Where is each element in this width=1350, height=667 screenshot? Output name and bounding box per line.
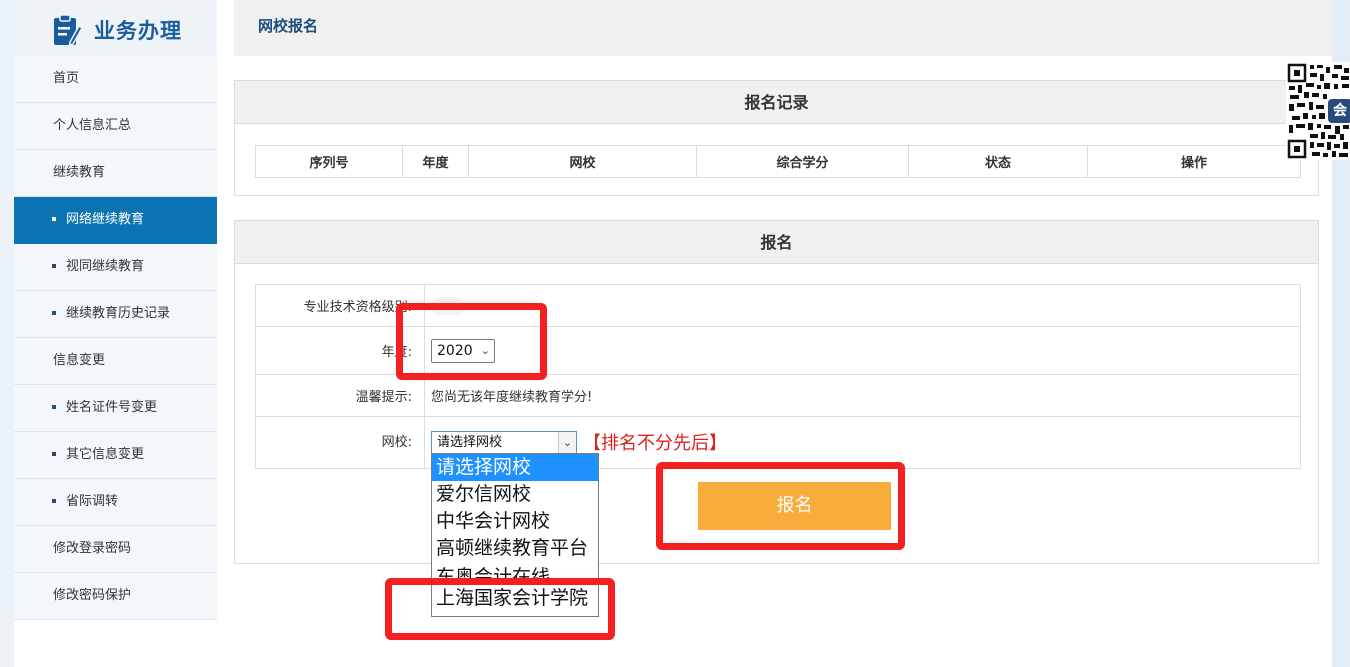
- sidebar-item-label: 继续教育: [53, 165, 106, 180]
- sidebar-item-equivalent-education[interactable]: 视同继续教育: [14, 244, 217, 291]
- records-title: 报名记录: [235, 81, 1318, 124]
- main-content: 网校报名 报名记录 序列号 年度 网校 综合学分 状态 操作 报名 专业技术资格…: [217, 0, 1332, 667]
- column-header: 序列号: [255, 145, 403, 178]
- sidebar-item-continuing-education[interactable]: 继续教育: [14, 150, 217, 197]
- sidebar-item-label: 视同继续教育: [66, 259, 145, 274]
- dropdown-option[interactable]: 高顿继续教育平台: [432, 535, 598, 562]
- school-select-value: 请选择网校: [437, 435, 503, 450]
- sidebar-item-label: 修改密码保护: [53, 588, 132, 603]
- sidebar-item-name-id-change[interactable]: 姓名证件号变更: [14, 385, 217, 432]
- sidebar-header: 业务办理: [14, 0, 217, 56]
- sidebar-item-label: 信息变更: [53, 353, 106, 368]
- records-header-row: 序列号 年度 网校 综合学分 状态 操作: [255, 145, 1301, 178]
- dropdown-option[interactable]: 爱尔信网校: [432, 481, 598, 508]
- column-header: 年度: [402, 145, 469, 178]
- sidebar-item-change-password[interactable]: 修改登录密码: [14, 526, 217, 573]
- signup-title: 报名: [235, 221, 1318, 264]
- sidebar-item-home[interactable]: 首页: [14, 56, 217, 103]
- column-header: 状态: [908, 145, 1088, 178]
- sidebar-item-label: 个人信息汇总: [53, 118, 132, 133]
- sidebar-item-label: 其它信息变更: [66, 447, 145, 462]
- year-cell: [424, 326, 1301, 375]
- level-placeholder: [431, 296, 465, 315]
- dropdown-option[interactable]: 东奥会计在线: [432, 562, 598, 581]
- qr-badge: 会: [1328, 99, 1350, 123]
- tip-label: 温馨提示:: [255, 374, 425, 417]
- sidebar-item-info-change[interactable]: 信息变更: [14, 338, 217, 385]
- chevron-down-icon: ⌄: [558, 432, 576, 454]
- form-row: 年度:: [255, 326, 1301, 375]
- form-row: 专业技术资格级别:: [255, 284, 1301, 327]
- sidebar: 业务办理 首页 个人信息汇总 继续教育 网络继续教育 视同继续教育 继续教育历史…: [14, 0, 217, 667]
- page-header: 网校报名: [234, 0, 1332, 56]
- school-label: 网校:: [255, 416, 425, 469]
- column-header: 操作: [1087, 145, 1301, 178]
- clipboard-edit-icon: [54, 14, 83, 46]
- chevron-down-icon: ⌄: [480, 344, 490, 357]
- year-select-value: 2020: [437, 343, 473, 359]
- sidebar-item-province-transfer[interactable]: 省际调转: [14, 479, 217, 526]
- page-left-edge: [0, 0, 14, 667]
- sidebar-item-password-protection[interactable]: 修改密码保护: [14, 573, 217, 620]
- sidebar-item-label: 省际调转: [66, 494, 119, 509]
- bullet-icon: [52, 452, 56, 456]
- level-label: 专业技术资格级别:: [255, 284, 425, 327]
- bullet-icon: [52, 499, 56, 503]
- column-header: 综合学分: [696, 145, 909, 178]
- bullet-icon: [52, 217, 56, 221]
- dropdown-option[interactable]: 中华会计网校: [432, 508, 598, 535]
- sidebar-title: 业务办理: [94, 19, 182, 43]
- tip-text: 您尚无该年度继续教育学分!: [424, 374, 1301, 417]
- sidebar-menu: 首页 个人信息汇总 继续教育 网络继续教育 视同继续教育 继续教育历史记录 信息…: [14, 56, 217, 620]
- bullet-icon: [52, 264, 56, 268]
- dropdown-option[interactable]: 上海国家会计学院: [432, 581, 598, 615]
- sidebar-item-label: 首页: [53, 71, 80, 86]
- bullet-icon: [52, 311, 56, 315]
- column-header: 网校: [468, 145, 697, 178]
- dropdown-option[interactable]: 请选择网校: [432, 454, 598, 481]
- sidebar-item-personal-info[interactable]: 个人信息汇总: [14, 103, 217, 150]
- school-select[interactable]: 请选择网校 ⌄: [431, 431, 577, 455]
- records-table: 序列号 年度 网校 综合学分 状态 操作: [255, 145, 1301, 178]
- qr-code-widget[interactable]: 会: [1286, 62, 1350, 160]
- form-row: 温馨提示: 您尚无该年度继续教育学分!: [255, 374, 1301, 417]
- form-row: 网校:: [255, 416, 1301, 469]
- bullet-icon: [52, 405, 56, 409]
- sidebar-item-label: 修改登录密码: [53, 541, 132, 556]
- year-select[interactable]: 2020 ⌄: [431, 339, 495, 363]
- sidebar-item-other-info-change[interactable]: 其它信息变更: [14, 432, 217, 479]
- sidebar-item-label: 继续教育历史记录: [66, 306, 171, 321]
- sidebar-item-label: 网络继续教育: [66, 212, 145, 227]
- submit-button[interactable]: 报名: [698, 482, 891, 530]
- sidebar-item-online-education[interactable]: 网络继续教育: [14, 197, 217, 244]
- page-title: 网校报名: [258, 17, 319, 35]
- school-dropdown-list: 请选择网校 爱尔信网校 中华会计网校 高顿继续教育平台 东奥会计在线 上海国家会…: [431, 453, 599, 617]
- level-value: [424, 284, 1301, 327]
- school-order-note: 【排名不分先后】: [583, 433, 727, 454]
- year-label: 年度:: [255, 326, 425, 375]
- signup-panel: 报名 专业技术资格级别: 年度: 温馨提示: 您尚无该年度继续教育学分! 网校:…: [234, 220, 1319, 564]
- records-panel: 报名记录 序列号 年度 网校 综合学分 状态 操作: [234, 80, 1319, 196]
- signup-form: 专业技术资格级别: 年度: 温馨提示: 您尚无该年度继续教育学分! 网校:: [255, 284, 1301, 469]
- sidebar-item-education-history[interactable]: 继续教育历史记录: [14, 291, 217, 338]
- sidebar-item-label: 姓名证件号变更: [66, 400, 158, 415]
